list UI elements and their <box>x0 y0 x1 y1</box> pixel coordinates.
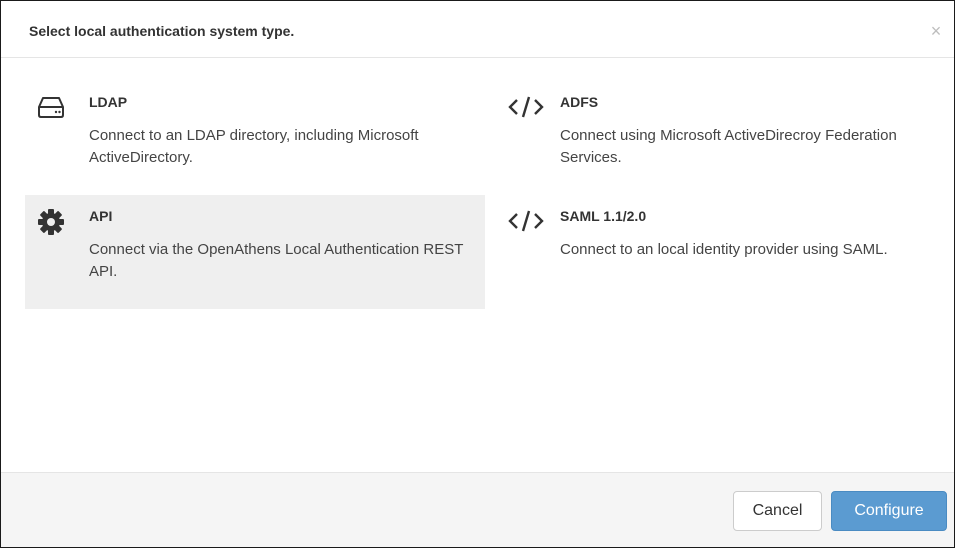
dialog-body: LDAP Connect to an LDAP directory, inclu… <box>1 59 954 472</box>
close-button[interactable]: × <box>928 21 944 41</box>
option-description: Connect to an LDAP directory, including … <box>89 127 419 166</box>
dialog-header: Select local authentication system type.… <box>1 1 954 58</box>
option-saml[interactable]: SAML 1.1/2.0 Connect to an local identit… <box>496 195 955 309</box>
auth-type-dialog: Select local authentication system type.… <box>0 0 955 548</box>
dialog-footer: Cancel Configure <box>1 472 954 547</box>
option-title: LDAP <box>89 94 128 110</box>
option-title: SAML 1.1/2.0 <box>560 208 647 224</box>
option-adfs[interactable]: ADFS Connect using Microsoft ActiveDirec… <box>496 81 955 195</box>
dialog-title: Select local authentication system type. <box>29 23 295 39</box>
option-description: Connect using Microsoft ActiveDirecroy F… <box>560 127 897 166</box>
option-api[interactable]: API Connect via the OpenAthens Local Aut… <box>25 195 485 309</box>
cancel-button[interactable]: Cancel <box>733 491 822 531</box>
option-title: ADFS <box>560 94 599 110</box>
option-description: Connect via the OpenAthens Local Authent… <box>89 241 464 280</box>
code-icon <box>508 94 544 124</box>
option-ldap[interactable]: LDAP Connect to an LDAP directory, inclu… <box>25 81 485 195</box>
code-icon <box>508 208 544 238</box>
close-icon: × <box>930 21 942 41</box>
gear-icon <box>37 208 73 238</box>
option-description: Connect to an local identity provider us… <box>560 241 888 258</box>
configure-button[interactable]: Configure <box>831 491 947 531</box>
option-title: API <box>89 208 113 224</box>
hard-drive-icon <box>37 94 73 124</box>
